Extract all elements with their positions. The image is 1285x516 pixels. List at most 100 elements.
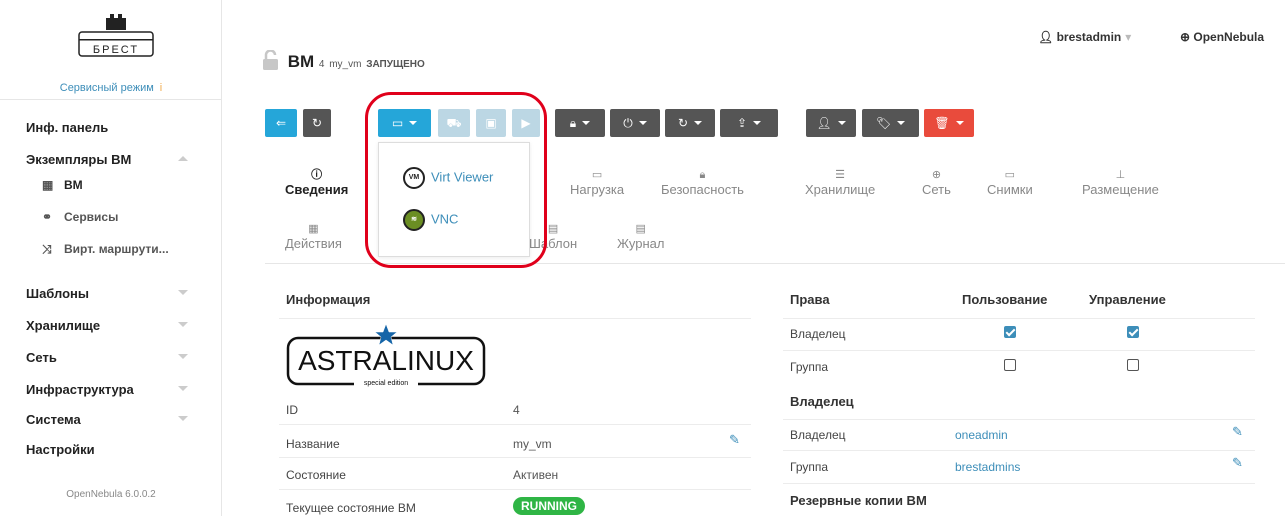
- power-icon: ⏻: [623, 116, 633, 130]
- globe-icon: ⊕: [1180, 30, 1194, 44]
- ownership-title: Владелец: [790, 394, 854, 409]
- info-circle-icon: ⓘ: [311, 169, 323, 181]
- chevron-up-icon: [178, 156, 188, 161]
- group-manage-checkbox[interactable]: [1127, 359, 1139, 371]
- sidebar: БРЕСТ Сервисный режим i Инф. панель Экзем…: [0, 0, 222, 516]
- tab-capacity[interactable]: ▭ Нагрузка: [570, 168, 624, 197]
- edit-icon[interactable]: ✎: [729, 432, 740, 448]
- labels-menu-button[interactable]: 🏷︎: [862, 109, 919, 137]
- chevron-down-icon: [178, 386, 188, 391]
- laptop-icon: ▭: [591, 169, 603, 181]
- sidebar-item-services[interactable]: ⚭ Сервисы: [42, 210, 118, 224]
- file-text-icon: ▤: [635, 223, 646, 235]
- ownership-row-label: Владелец: [790, 428, 846, 442]
- ownership-row-label: Группа: [790, 460, 829, 474]
- info-title: Информация: [286, 292, 371, 307]
- info-row-label: Текущее состояние ВМ: [286, 501, 416, 515]
- sitemap-icon: ⊥: [1115, 169, 1126, 181]
- tab-security[interactable]: 🔒︎ Безопасность: [661, 168, 744, 197]
- sidebar-item-infrastructure[interactable]: Инфраструктура: [26, 382, 188, 397]
- tab-placement[interactable]: ⊥ Размещение: [1082, 168, 1159, 197]
- delete-menu-button[interactable]: 🗑︎: [924, 109, 974, 137]
- owner-link[interactable]: oneadmin: [955, 428, 1008, 442]
- permissions-title: Права: [790, 292, 830, 307]
- zone-menu[interactable]: ⊕ OpenNebula: [1180, 30, 1264, 44]
- globe-icon: ⊕: [931, 169, 942, 181]
- info-row-label: ID: [286, 403, 298, 417]
- permissions-col-use: Пользование: [962, 292, 1048, 307]
- owner-use-checkbox[interactable]: [1004, 326, 1016, 338]
- owner-menu-button[interactable]: 👤︎: [806, 109, 856, 137]
- user-menu[interactable]: 👤︎ brestadmin ▾: [1038, 30, 1131, 44]
- grid-icon: ▦: [42, 178, 54, 192]
- chevron-down-icon: [178, 290, 188, 295]
- edit-icon[interactable]: ✎: [1232, 455, 1243, 471]
- back-button[interactable]: ⇐: [265, 109, 297, 137]
- user-icon: 👤︎: [816, 116, 832, 130]
- divider: [279, 457, 751, 458]
- status-badge: RUNNING: [513, 497, 585, 515]
- tab-log[interactable]: ▤ Журнал: [617, 222, 664, 251]
- backups-title: Резервные копии ВМ: [790, 493, 927, 508]
- sidebar-item-vm-instances[interactable]: Экземпляры ВМ: [26, 152, 188, 167]
- sidebar-item-settings[interactable]: Настройки: [26, 442, 95, 457]
- page-title: ВМ 4 my_vm ЗАПУЩЕНО: [262, 50, 425, 72]
- sidebar-item-storage[interactable]: Хранилище: [26, 318, 188, 333]
- divider: [783, 318, 1255, 319]
- chevron-down-icon: [178, 416, 188, 421]
- edit-icon[interactable]: ✎: [1232, 424, 1243, 440]
- sidebar-item-templates[interactable]: Шаблоны: [26, 286, 188, 301]
- sidebar-item-system[interactable]: Система: [26, 412, 188, 427]
- sidebar-item-network[interactable]: Сеть: [26, 350, 188, 365]
- info-icon: i: [159, 82, 163, 94]
- divider: [783, 450, 1255, 451]
- unlock-icon: [263, 50, 278, 70]
- version-label: OpenNebula 6.0.0.2: [66, 489, 156, 500]
- info-row-label: Состояние: [286, 468, 346, 482]
- logo-area: БРЕСТ Сервисный режим i: [0, 0, 222, 100]
- trash-icon: 🗑︎: [934, 116, 950, 130]
- astralinux-logo-subtext: special edition: [364, 380, 408, 387]
- owner-manage-checkbox[interactable]: [1127, 326, 1139, 338]
- tab-storage[interactable]: ☰ Хранилище: [805, 168, 875, 197]
- permissions-row-label: Владелец: [790, 327, 846, 341]
- vm-name-value: my_vm: [513, 437, 552, 451]
- sidebar-item-vms[interactable]: ▦ ВМ: [42, 178, 83, 192]
- chevron-down-icon: [178, 322, 188, 327]
- database-icon: ☰: [835, 169, 846, 181]
- share-icon: ⇪: [736, 116, 748, 130]
- calendar-icon: ▦: [308, 223, 319, 235]
- vm-state-label: ЗАПУЩЕНО: [366, 59, 425, 70]
- vm-state-value: Активен: [513, 468, 559, 482]
- migrate-menu-button[interactable]: ⇪: [720, 109, 778, 137]
- divider: [279, 489, 751, 490]
- astralinux-logo: ASTRALINUX special edition: [286, 323, 486, 388]
- user-icon: 👤︎: [1038, 30, 1057, 44]
- permissions-col-manage: Управление: [1089, 292, 1166, 307]
- reboot-menu-button[interactable]: ↻: [665, 109, 715, 137]
- services-icon: ⚭: [42, 210, 53, 224]
- refresh-button[interactable]: ↻: [303, 109, 331, 137]
- power-menu-button[interactable]: ⏻: [610, 109, 660, 137]
- group-use-checkbox[interactable]: [1004, 359, 1016, 371]
- tab-snapshots[interactable]: ▭ Снимки: [987, 168, 1033, 197]
- lock-icon: 🔒︎: [699, 169, 706, 181]
- tab-info[interactable]: ⓘ Сведения: [285, 168, 348, 197]
- divider: [279, 424, 751, 425]
- lock-menu-button[interactable]: 🔒︎: [555, 109, 605, 137]
- lock-icon: 🔒︎: [569, 116, 577, 130]
- shuffle-icon: ⤨: [42, 242, 52, 256]
- highlight-circle: [365, 92, 547, 268]
- sidebar-item-virtual-routers[interactable]: ⤨ Вирт. маршрути...: [42, 242, 169, 257]
- group-link[interactable]: brestadmins: [955, 460, 1020, 474]
- tab-network[interactable]: ⊕ Сеть: [922, 168, 951, 197]
- sidebar-item-dashboard[interactable]: Инф. панель: [26, 120, 108, 135]
- tags-icon: 🏷︎: [875, 116, 892, 130]
- reboot-icon: ↻: [677, 116, 689, 130]
- vm-id-value: 4: [513, 403, 520, 417]
- service-mode[interactable]: Сервисный режим i: [0, 82, 222, 94]
- chevron-down-icon: [178, 354, 188, 359]
- tab-actions[interactable]: ▦ Действия: [285, 222, 342, 251]
- info-row-label: Название: [286, 437, 340, 451]
- brest-logo-text: БРЕСТ: [93, 44, 139, 56]
